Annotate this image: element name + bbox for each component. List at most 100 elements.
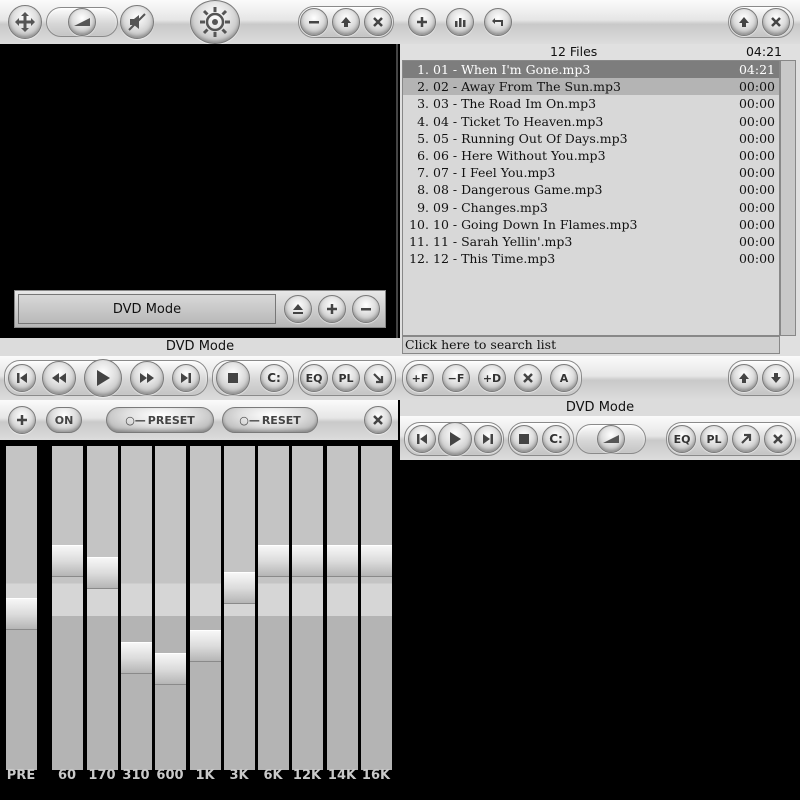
eq-band-slider[interactable] xyxy=(6,446,37,770)
playlist-toggle-button[interactable]: PL xyxy=(332,364,360,392)
mini-drive-button[interactable]: C: xyxy=(542,425,570,453)
playlist-scrollbar[interactable] xyxy=(780,60,796,336)
minimize-button[interactable] xyxy=(300,8,328,36)
playlist-list[interactable]: 1. 01 - When I'm Gone.mp3 04:21 2. 02 - Away… xyxy=(402,60,780,336)
mini-video-display[interactable] xyxy=(400,460,800,800)
play-icon xyxy=(450,432,461,446)
track-title: 10 - Going Down In Flames.mp3 xyxy=(433,216,638,232)
add-file-button[interactable]: +F xyxy=(406,364,434,392)
eq-band-thumb[interactable] xyxy=(6,598,37,630)
mini-pl-button[interactable]: PL xyxy=(700,425,728,453)
arrow-up-right-icon xyxy=(741,433,752,444)
eq-band-slider[interactable] xyxy=(52,446,83,770)
eq-band-slider[interactable] xyxy=(224,446,255,770)
previous-track-button[interactable] xyxy=(8,364,36,392)
eq-band-label: 12K xyxy=(292,768,322,783)
arrow-up-icon xyxy=(341,17,351,27)
eq-band-slider[interactable] xyxy=(361,446,392,770)
playlist-row[interactable]: 8. 08 - Dangerous Game.mp3 00:00 xyxy=(403,181,779,198)
track-duration: 00:00 xyxy=(738,147,775,163)
eq-band-thumb[interactable] xyxy=(52,545,83,577)
select-all-button[interactable]: A xyxy=(550,364,578,392)
move-window-button[interactable] xyxy=(8,5,42,39)
mini-stop-button[interactable] xyxy=(510,425,538,453)
eq-band-thumb[interactable] xyxy=(190,630,221,662)
remove-file-button[interactable]: −F xyxy=(442,364,470,392)
playlist-back-button[interactable] xyxy=(484,8,512,36)
eq-band-label: 170 xyxy=(88,768,116,783)
mute-button[interactable] xyxy=(120,5,154,39)
playlist-add-button[interactable] xyxy=(408,8,436,36)
playlist-row[interactable]: 9. 09 - Changes.mp3 00:00 xyxy=(403,199,779,216)
play-button[interactable] xyxy=(84,359,122,397)
shrink-button[interactable] xyxy=(364,364,392,392)
eq-band-thumb[interactable] xyxy=(224,572,255,604)
eq-band-thumb[interactable] xyxy=(258,545,289,577)
eq-band-slider[interactable] xyxy=(258,446,289,770)
track-duration: 00:00 xyxy=(738,199,775,215)
playlist-row[interactable]: 6. 06 - Here Without You.mp3 00:00 xyxy=(403,147,779,164)
move-up-button[interactable] xyxy=(730,364,758,392)
rewind-button[interactable] xyxy=(42,361,76,395)
add-directory-button[interactable]: +D xyxy=(478,364,506,392)
mode-plus-button[interactable] xyxy=(318,295,346,323)
eq-band-slider[interactable] xyxy=(327,446,358,770)
close-button[interactable] xyxy=(364,8,392,36)
playlist-close-button[interactable] xyxy=(762,8,790,36)
window-up-button[interactable] xyxy=(332,8,360,36)
track-title: 11 - Sarah Yellin'.mp3 xyxy=(433,233,573,249)
next-track-button[interactable] xyxy=(172,364,200,392)
eq-add-button[interactable] xyxy=(8,406,36,434)
eq-band-slider[interactable] xyxy=(87,446,118,770)
playlist-row[interactable]: 5. 05 - Running Out Of Days.mp3 00:00 xyxy=(403,130,779,147)
drive-button[interactable]: C: xyxy=(260,364,288,392)
move-down-button[interactable] xyxy=(762,364,790,392)
eq-on-button[interactable]: ON xyxy=(46,407,82,433)
mini-play-button[interactable] xyxy=(438,422,472,456)
stop-button[interactable] xyxy=(216,361,250,395)
mini-next-button[interactable] xyxy=(474,425,502,453)
eq-band-thumb[interactable] xyxy=(155,653,186,685)
fast-forward-button[interactable] xyxy=(130,361,164,395)
return-arrow-icon xyxy=(492,18,503,26)
eq-band-thumb[interactable] xyxy=(121,642,152,674)
playlist-row[interactable]: 2. 02 - Away From The Sun.mp3 00:00 xyxy=(403,78,779,96)
select-all-label: A xyxy=(559,371,569,385)
clear-list-button[interactable] xyxy=(514,364,542,392)
mode-caption: DVD Mode xyxy=(165,339,235,354)
track-number: 2. xyxy=(417,79,429,95)
mode-minus-button[interactable] xyxy=(352,295,380,323)
playlist-visualizer-button[interactable] xyxy=(446,8,474,36)
bars-icon xyxy=(455,18,466,27)
mini-previous-button[interactable] xyxy=(408,425,436,453)
eq-band-thumb[interactable] xyxy=(327,545,358,577)
mini-volume-knob[interactable] xyxy=(597,425,625,453)
playlist-row[interactable]: 4. 04 - Ticket To Heaven.mp3 00:00 xyxy=(403,113,779,130)
move-arrows-icon xyxy=(15,12,35,32)
mini-close-button[interactable] xyxy=(764,425,792,453)
playlist-row[interactable]: 7. 07 - I Feel You.mp3 00:00 xyxy=(403,164,779,181)
playlist-search-field[interactable]: Click here to search list xyxy=(402,336,780,354)
playlist-row[interactable]: 1. 01 - When I'm Gone.mp3 04:21 xyxy=(403,61,779,79)
eq-band-thumb[interactable] xyxy=(292,545,323,577)
eq-band-slider[interactable] xyxy=(292,446,323,770)
equalizer-toggle-button[interactable]: EQ xyxy=(300,364,328,392)
playlist-up-button[interactable] xyxy=(730,8,758,36)
mini-eq-button[interactable]: EQ xyxy=(668,425,696,453)
eq-reset-button[interactable]: ○— RESET xyxy=(222,407,318,433)
settings-wheel-button[interactable] xyxy=(190,0,240,44)
playlist-row[interactable]: 11. 11 - Sarah Yellin'.mp3 00:00 xyxy=(403,233,779,250)
eject-button[interactable] xyxy=(284,295,312,323)
eq-close-button[interactable] xyxy=(364,406,392,434)
playlist-row[interactable]: 3. 03 - The Road Im On.mp3 00:00 xyxy=(403,95,779,112)
eq-band-slider[interactable] xyxy=(155,446,186,770)
mini-expand-button[interactable] xyxy=(732,425,760,453)
eq-band-slider[interactable] xyxy=(121,446,152,770)
playlist-row[interactable]: 12. 12 - This Time.mp3 00:00 xyxy=(403,250,779,267)
eq-band-thumb[interactable] xyxy=(87,557,118,589)
eq-band-thumb[interactable] xyxy=(361,545,392,577)
playlist-row[interactable]: 10. 10 - Going Down In Flames.mp3 00:00 xyxy=(403,216,779,233)
eq-band-slider[interactable] xyxy=(190,446,221,770)
volume-knob[interactable] xyxy=(68,8,96,36)
eq-preset-button[interactable]: ○— PRESET xyxy=(106,407,214,433)
